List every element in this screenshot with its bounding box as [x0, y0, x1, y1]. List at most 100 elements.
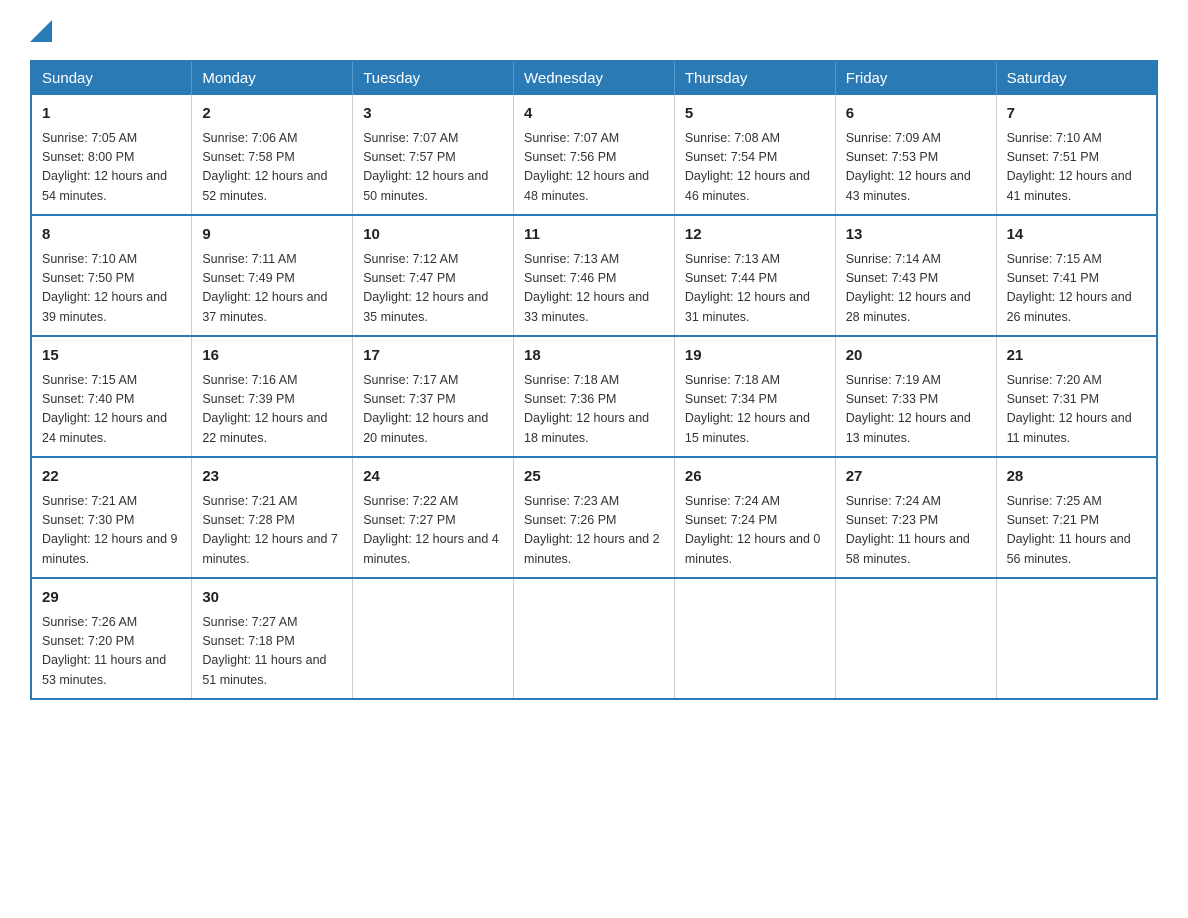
day-number: 5 [685, 103, 825, 126]
day-number: 2 [202, 103, 342, 126]
day-number: 9 [202, 224, 342, 247]
calendar-day-cell: 17 Sunrise: 7:17 AMSunset: 7:37 PMDayligh… [353, 336, 514, 457]
calendar-week-row: 29 Sunrise: 7:26 AMSunset: 7:20 PMDayligh… [31, 578, 1157, 699]
calendar-day-cell: 15Sunrise: 7:15 AMSunset: 7:40 PMDayligh… [31, 336, 192, 457]
day-info: Sunrise: 7:13 AMSunset: 7:46 PMDaylight:… [524, 250, 664, 328]
calendar-day-cell: 4 Sunrise: 7:07 AMSunset: 7:56 PMDaylight… [514, 95, 675, 215]
calendar-day-cell: 24 Sunrise: 7:22 AMSunset: 7:27 PMDayligh… [353, 457, 514, 578]
day-number: 21 [1007, 345, 1146, 368]
calendar-day-cell: 13Sunrise: 7:14 AMSunset: 7:43 PMDayligh… [835, 215, 996, 336]
day-number: 16 [202, 345, 342, 368]
day-number: 22 [42, 466, 181, 489]
day-info: Sunrise: 7:10 AMSunset: 7:51 PMDaylight:… [1007, 129, 1146, 207]
calendar-day-cell: 23 Sunrise: 7:21 AMSunset: 7:28 PMDayligh… [192, 457, 353, 578]
day-info: Sunrise: 7:10 AMSunset: 7:50 PMDaylight:… [42, 250, 181, 328]
day-of-week-header: Wednesday [514, 61, 675, 95]
day-info: Sunrise: 7:24 AMSunset: 7:23 PMDaylight:… [846, 492, 986, 570]
logo [30, 20, 52, 42]
page-header [30, 20, 1158, 42]
day-number: 1 [42, 103, 181, 126]
calendar-day-cell: 5 Sunrise: 7:08 AMSunset: 7:54 PMDaylight… [674, 95, 835, 215]
calendar-week-row: 22 Sunrise: 7:21 AMSunset: 7:30 PMDayligh… [31, 457, 1157, 578]
day-info: Sunrise: 7:07 AMSunset: 7:57 PMDaylight:… [363, 129, 503, 207]
day-of-week-header: Friday [835, 61, 996, 95]
calendar-day-cell: 11 Sunrise: 7:13 AMSunset: 7:46 PMDayligh… [514, 215, 675, 336]
day-info: Sunrise: 7:08 AMSunset: 7:54 PMDaylight:… [685, 129, 825, 207]
calendar-day-cell: 3 Sunrise: 7:07 AMSunset: 7:57 PMDaylight… [353, 95, 514, 215]
day-number: 19 [685, 345, 825, 368]
day-number: 12 [685, 224, 825, 247]
day-number: 7 [1007, 103, 1146, 126]
day-number: 6 [846, 103, 986, 126]
calendar-day-cell: 22 Sunrise: 7:21 AMSunset: 7:30 PMDayligh… [31, 457, 192, 578]
calendar-day-cell: 6 Sunrise: 7:09 AMSunset: 7:53 PMDaylight… [835, 95, 996, 215]
day-number: 8 [42, 224, 181, 247]
day-number: 13 [846, 224, 986, 247]
day-number: 24 [363, 466, 503, 489]
day-info: Sunrise: 7:24 AMSunset: 7:24 PMDaylight:… [685, 492, 825, 570]
calendar-day-cell [996, 578, 1157, 699]
day-number: 4 [524, 103, 664, 126]
day-number: 28 [1007, 466, 1146, 489]
calendar-day-cell: 16 Sunrise: 7:16 AMSunset: 7:39 PMDayligh… [192, 336, 353, 457]
day-info: Sunrise: 7:20 AMSunset: 7:31 PMDaylight:… [1007, 371, 1146, 449]
day-number: 11 [524, 224, 664, 247]
calendar-day-cell [835, 578, 996, 699]
calendar-day-cell: 10Sunrise: 7:12 AMSunset: 7:47 PMDayligh… [353, 215, 514, 336]
day-info: Sunrise: 7:16 AMSunset: 7:39 PMDaylight:… [202, 371, 342, 449]
calendar-day-cell: 26 Sunrise: 7:24 AMSunset: 7:24 PMDayligh… [674, 457, 835, 578]
day-info: Sunrise: 7:18 AMSunset: 7:34 PMDaylight:… [685, 371, 825, 449]
calendar-table: SundayMondayTuesdayWednesdayThursdayFrid… [30, 60, 1158, 700]
day-info: Sunrise: 7:07 AMSunset: 7:56 PMDaylight:… [524, 129, 664, 207]
day-number: 18 [524, 345, 664, 368]
day-number: 20 [846, 345, 986, 368]
calendar-day-cell [353, 578, 514, 699]
calendar-day-cell: 14Sunrise: 7:15 AMSunset: 7:41 PMDayligh… [996, 215, 1157, 336]
day-info: Sunrise: 7:17 AMSunset: 7:37 PMDaylight:… [363, 371, 503, 449]
logo-icon [30, 20, 52, 42]
day-info: Sunrise: 7:09 AMSunset: 7:53 PMDaylight:… [846, 129, 986, 207]
day-info: Sunrise: 7:21 AMSunset: 7:30 PMDaylight:… [42, 492, 181, 570]
calendar-day-cell: 18 Sunrise: 7:18 AMSunset: 7:36 PMDayligh… [514, 336, 675, 457]
day-info: Sunrise: 7:21 AMSunset: 7:28 PMDaylight:… [202, 492, 342, 570]
calendar-day-cell: 9 Sunrise: 7:11 AMSunset: 7:49 PMDaylight… [192, 215, 353, 336]
day-number: 29 [42, 587, 181, 610]
calendar-day-cell: 25 Sunrise: 7:23 AMSunset: 7:26 PMDayligh… [514, 457, 675, 578]
calendar-week-row: 15Sunrise: 7:15 AMSunset: 7:40 PMDayligh… [31, 336, 1157, 457]
calendar-day-cell: 19 Sunrise: 7:18 AMSunset: 7:34 PMDayligh… [674, 336, 835, 457]
calendar-day-cell: 7 Sunrise: 7:10 AMSunset: 7:51 PMDaylight… [996, 95, 1157, 215]
calendar-day-cell: 20 Sunrise: 7:19 AMSunset: 7:33 PMDayligh… [835, 336, 996, 457]
calendar-header-row: SundayMondayTuesdayWednesdayThursdayFrid… [31, 61, 1157, 95]
day-info: Sunrise: 7:18 AMSunset: 7:36 PMDaylight:… [524, 371, 664, 449]
day-info: Sunrise: 7:22 AMSunset: 7:27 PMDaylight:… [363, 492, 503, 570]
calendar-day-cell [674, 578, 835, 699]
day-of-week-header: Thursday [674, 61, 835, 95]
day-info: Sunrise: 7:23 AMSunset: 7:26 PMDaylight:… [524, 492, 664, 570]
day-info: Sunrise: 7:26 AMSunset: 7:20 PMDaylight:… [42, 613, 181, 691]
day-number: 27 [846, 466, 986, 489]
day-number: 17 [363, 345, 503, 368]
calendar-day-cell: 29 Sunrise: 7:26 AMSunset: 7:20 PMDayligh… [31, 578, 192, 699]
day-number: 25 [524, 466, 664, 489]
day-info: Sunrise: 7:11 AMSunset: 7:49 PMDaylight:… [202, 250, 342, 328]
day-info: Sunrise: 7:12 AMSunset: 7:47 PMDaylight:… [363, 250, 503, 328]
day-of-week-header: Monday [192, 61, 353, 95]
day-number: 26 [685, 466, 825, 489]
day-info: Sunrise: 7:05 AMSunset: 8:00 PMDaylight:… [42, 129, 181, 207]
day-info: Sunrise: 7:19 AMSunset: 7:33 PMDaylight:… [846, 371, 986, 449]
calendar-day-cell: 28Sunrise: 7:25 AMSunset: 7:21 PMDayligh… [996, 457, 1157, 578]
calendar-day-cell: 27 Sunrise: 7:24 AMSunset: 7:23 PMDayligh… [835, 457, 996, 578]
day-info: Sunrise: 7:27 AMSunset: 7:18 PMDaylight:… [202, 613, 342, 691]
day-info: Sunrise: 7:15 AMSunset: 7:41 PMDaylight:… [1007, 250, 1146, 328]
calendar-day-cell: 12Sunrise: 7:13 AMSunset: 7:44 PMDayligh… [674, 215, 835, 336]
day-number: 3 [363, 103, 503, 126]
day-number: 23 [202, 466, 342, 489]
day-info: Sunrise: 7:06 AMSunset: 7:58 PMDaylight:… [202, 129, 342, 207]
calendar-day-cell: 2 Sunrise: 7:06 AMSunset: 7:58 PMDaylight… [192, 95, 353, 215]
calendar-week-row: 8 Sunrise: 7:10 AMSunset: 7:50 PMDaylight… [31, 215, 1157, 336]
calendar-day-cell: 8 Sunrise: 7:10 AMSunset: 7:50 PMDaylight… [31, 215, 192, 336]
calendar-day-cell: 30Sunrise: 7:27 AMSunset: 7:18 PMDayligh… [192, 578, 353, 699]
calendar-week-row: 1 Sunrise: 7:05 AMSunset: 8:00 PMDaylight… [31, 95, 1157, 215]
calendar-day-cell [514, 578, 675, 699]
day-number: 15 [42, 345, 181, 368]
